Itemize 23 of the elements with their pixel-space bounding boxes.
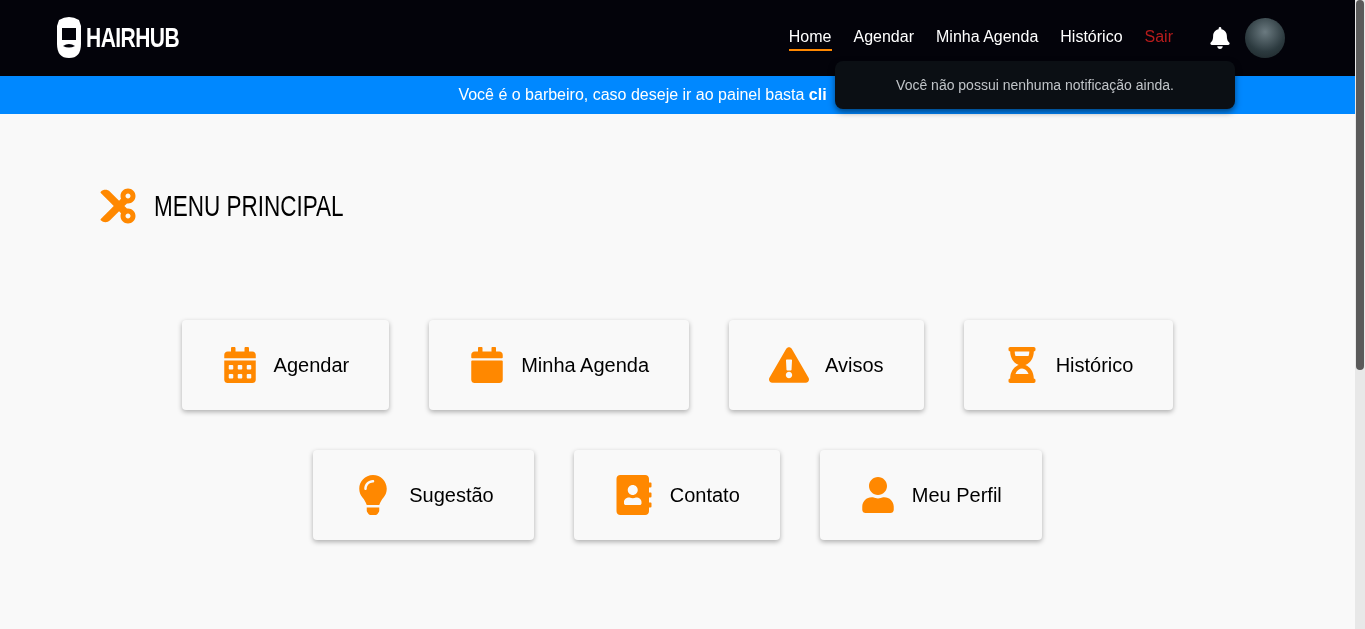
scrollbar[interactable]	[1355, 0, 1365, 629]
warning-icon	[769, 345, 810, 385]
menu-card[interactable]: Histórico	[963, 320, 1174, 410]
notification-message: Você não possui nenhuma notificação ainda.	[896, 75, 1174, 95]
calendar-icon	[469, 347, 506, 383]
calendar-icon	[221, 347, 258, 383]
nav-link[interactable]: Agendar	[853, 25, 914, 51]
nav-link[interactable]: Home	[788, 25, 832, 51]
nav-link[interactable]: Histórico	[1060, 25, 1123, 51]
nav-link[interactable]: Minha Agenda	[936, 25, 1039, 51]
menu-card[interactable]: Avisos	[729, 320, 924, 410]
avatar[interactable]	[1245, 18, 1285, 58]
menu-card[interactable]: Contato	[573, 450, 780, 540]
page-title: MENU PRINCIPAL	[154, 191, 344, 221]
bell-icon[interactable]	[1209, 27, 1231, 49]
logo-text: HAIRHUB	[86, 24, 180, 52]
user-icon	[859, 477, 896, 513]
menu-card[interactable]: Sugestão	[313, 450, 534, 540]
banner-text: Você é o barbeiro, caso deseje ir ao painel basta cli	[458, 85, 827, 105]
menu-card[interactable]: Agendar	[181, 320, 390, 410]
menu-card[interactable]: Meu Perfil	[819, 450, 1042, 540]
menu-card[interactable]: Minha Agenda	[429, 320, 690, 410]
scissors-icon	[98, 186, 138, 226]
